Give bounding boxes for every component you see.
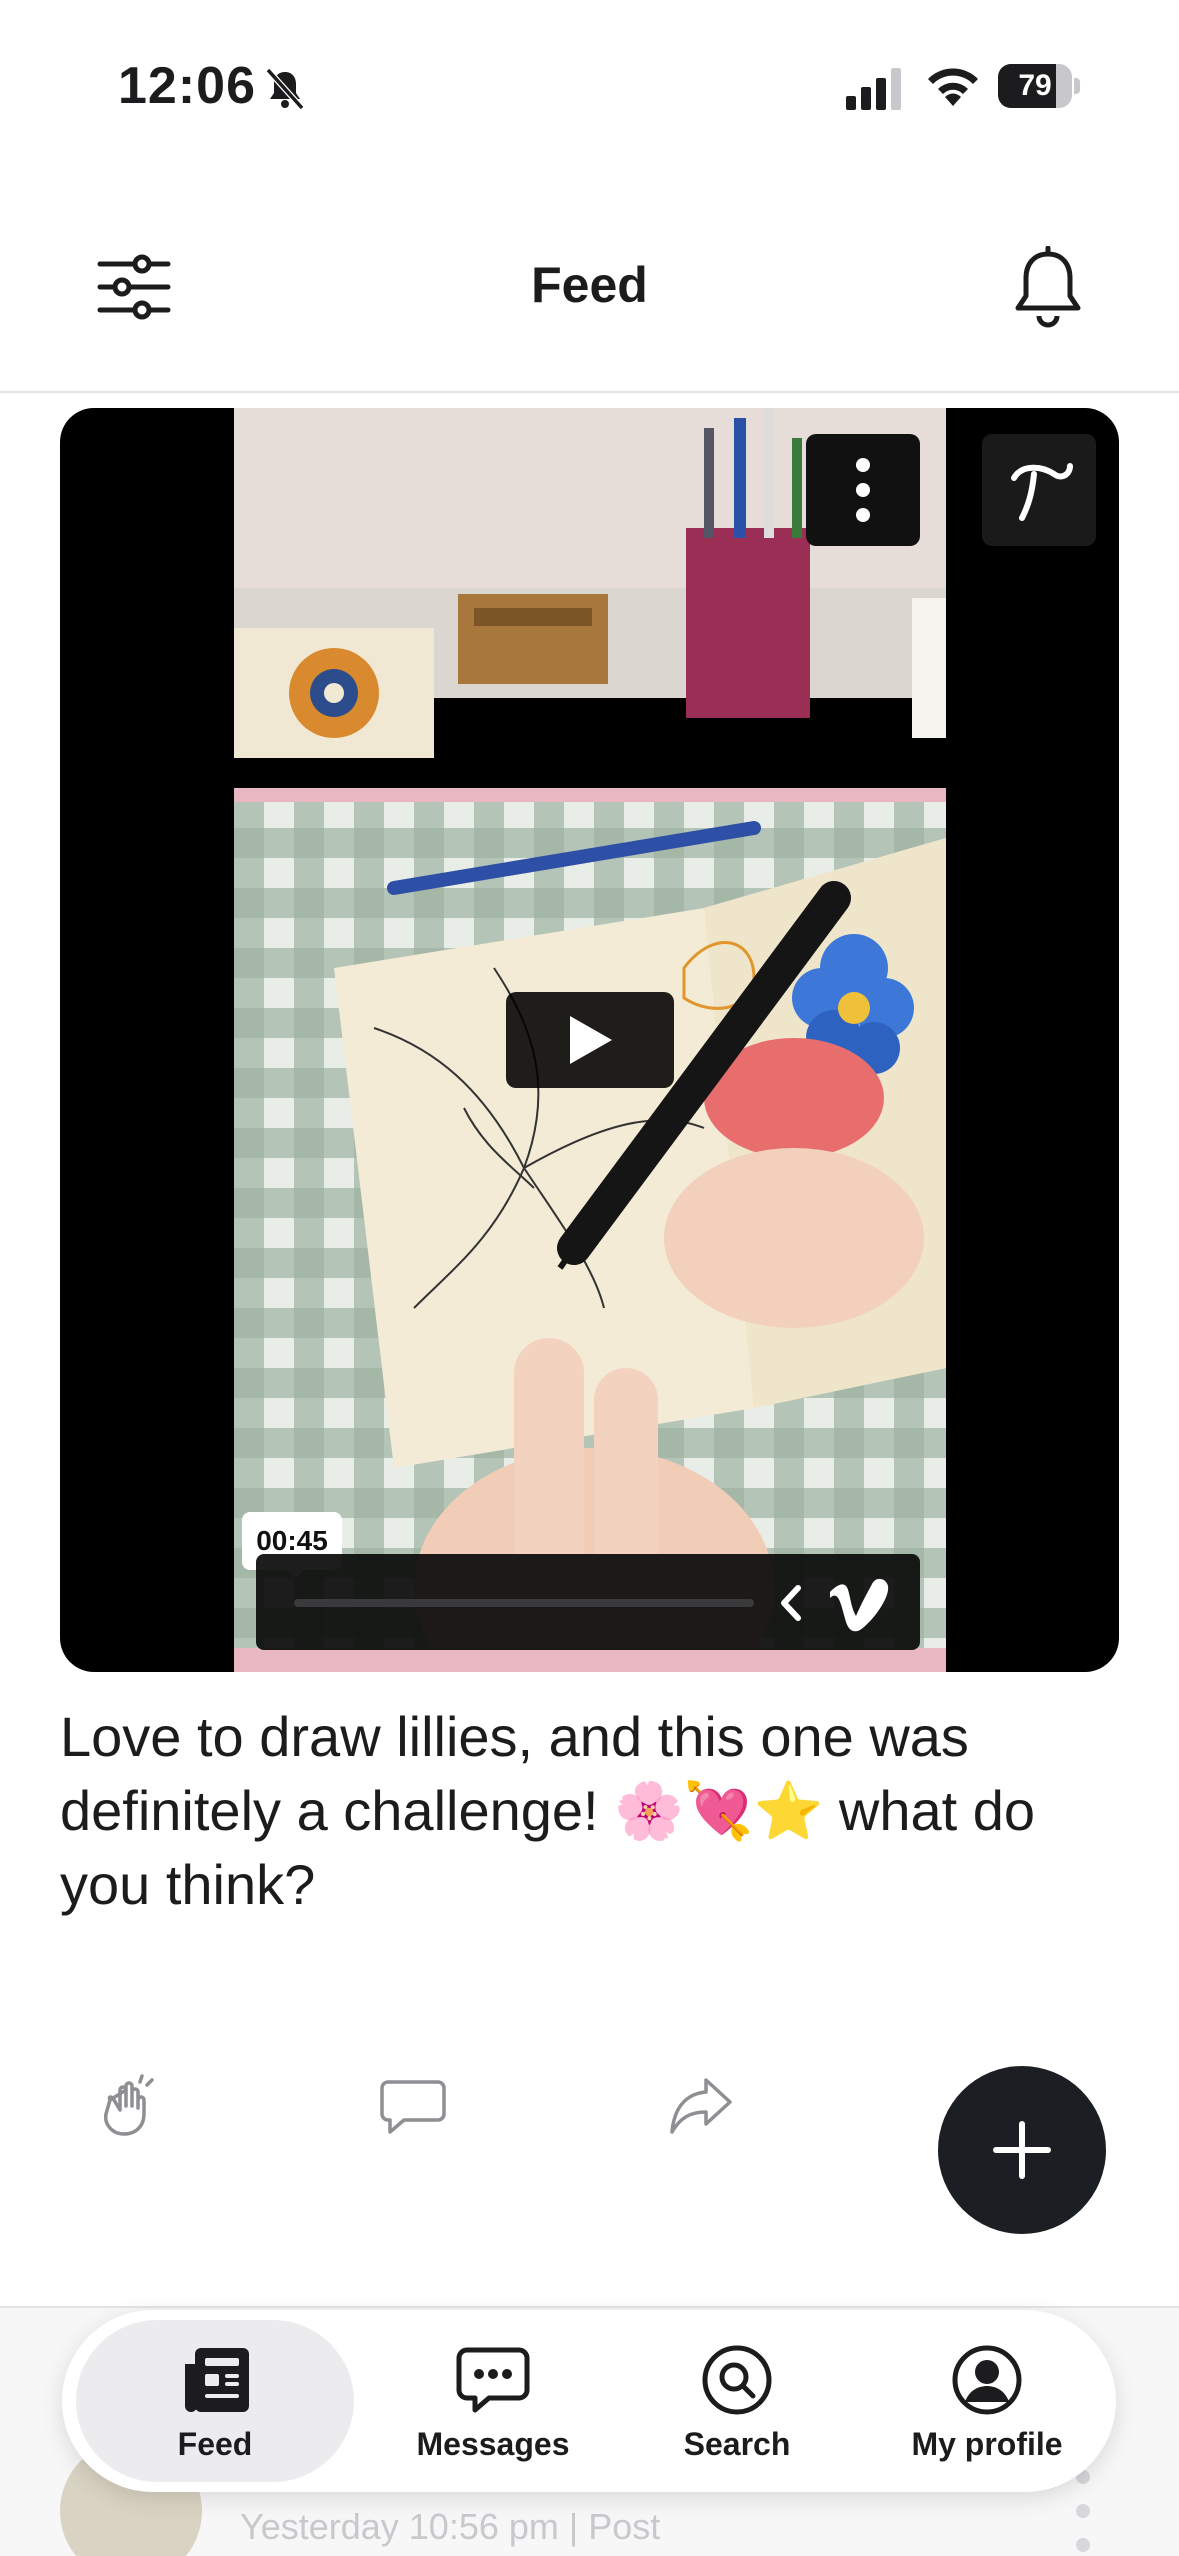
tab-messages[interactable]: Messages: [368, 2310, 618, 2492]
app-header: Feed: [0, 200, 1179, 390]
cellular-signal-icon: [846, 68, 901, 110]
tab-feed[interactable]: Feed: [76, 2320, 354, 2482]
bell-slash-icon: [265, 67, 305, 111]
brand-logo-icon[interactable]: [982, 434, 1096, 546]
more-vertical-icon[interactable]: [806, 434, 920, 546]
video-control-bar[interactable]: [256, 1554, 920, 1650]
tab-label: Search: [683, 2426, 791, 2462]
newspaper-icon: [185, 2348, 249, 2412]
tab-my-profile[interactable]: My profile: [862, 2310, 1112, 2492]
status-bar: 12:06 79: [0, 0, 1179, 170]
battery-icon: 79: [998, 64, 1080, 108]
bell-icon[interactable]: [1008, 246, 1088, 330]
wifi-icon: [928, 68, 978, 106]
share-icon[interactable]: [666, 2070, 736, 2140]
status-time: 12:06: [118, 57, 256, 115]
user-circle-icon: [952, 2345, 1022, 2415]
comment-icon[interactable]: [378, 2070, 448, 2140]
plus-icon: [993, 2121, 1051, 2179]
video-player[interactable]: 00:45: [60, 408, 1119, 1672]
play-button[interactable]: [506, 992, 674, 1088]
tab-label: My profile: [911, 2426, 1063, 2462]
search-icon: [702, 2345, 772, 2415]
video-progress-bar[interactable]: [294, 1599, 754, 1607]
battery-level: 79: [1018, 69, 1052, 102]
post-caption: Love to draw lillies, and this one was d…: [60, 1705, 1036, 1916]
chat-bubble-icon: [456, 2347, 530, 2413]
tab-bar: Feed Messages Search My profile: [62, 2310, 1116, 2492]
tab-label: Feed: [177, 2426, 253, 2462]
post-divider: [0, 2306, 1179, 2308]
tab-search[interactable]: Search: [624, 2310, 850, 2492]
chevron-left-icon[interactable]: [776, 1582, 806, 1624]
play-icon: [570, 1016, 612, 1064]
page-title: Feed: [531, 257, 648, 313]
create-post-button[interactable]: [938, 2066, 1106, 2234]
header-divider: [0, 391, 1179, 393]
clap-icon[interactable]: [92, 2070, 162, 2140]
tab-label: Messages: [416, 2426, 570, 2462]
next-post-meta: Yesterday 10:56 pm | Post: [240, 2506, 661, 2547]
vimeo-logo-icon[interactable]: [826, 1576, 892, 1632]
